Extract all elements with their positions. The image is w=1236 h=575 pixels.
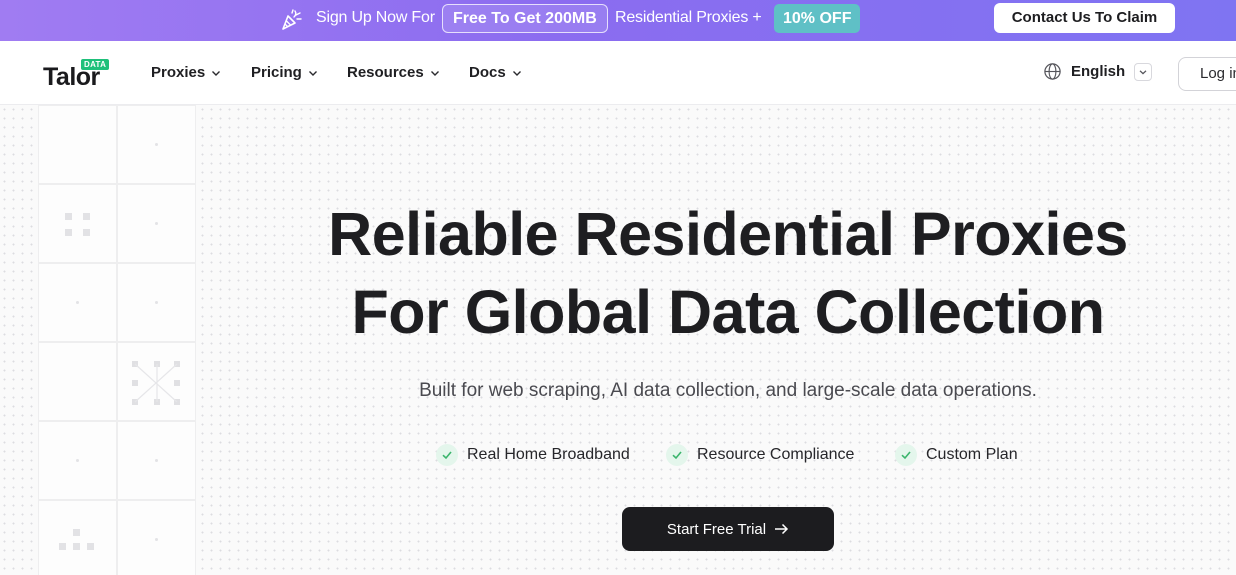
grid-cell [117,342,196,421]
grid-cell [38,105,158,184]
cta-label: Start Free Trial [666,520,767,538]
promo-banner: Sign Up Now For Free To Get 200MB Reside… [0,0,1236,41]
discount-badge: 10% OFF [774,4,861,33]
grid-cell [117,500,196,575]
nav-item-label: Resources [347,64,424,81]
language-selector[interactable]: English [1043,62,1153,81]
feature-label: Real Home Broadband [467,446,630,463]
nav-item-label: Proxies [151,64,206,81]
feature-label: Custom Plan [926,446,1018,463]
hero-title: Reliable Residential Proxies For Global … [0,195,1236,351]
party-popper-icon [282,9,302,30]
promo-text-after: Residential Proxies + [615,9,762,26]
globe-icon [1044,63,1061,80]
hero-section: Reliable Residential Proxies For Global … [0,105,1236,575]
grid-cell [38,342,117,421]
promo-highlight-pill: Free To Get 200MB [442,4,608,33]
grid-cell [38,500,117,575]
feature-item: Real Home Broadband [436,444,630,466]
login-button[interactable]: Log in [1178,57,1236,91]
nav-item-resources[interactable]: Resources [347,64,440,81]
chevron-down-icon [212,70,221,76]
chevron-down-icon [308,70,317,76]
grid-cell [117,421,196,500]
grid-cell [38,421,117,500]
contact-us-button[interactable]: Contact Us To Claim [994,3,1175,33]
chevron-down-icon [512,70,521,76]
check-icon [436,444,458,466]
nav-item-label: Docs [469,64,506,81]
top-navigation: Talor DATA Proxies Pricing Resources Doc… [0,41,1236,105]
chevron-down-icon [430,70,439,76]
nav-item-pricing[interactable]: Pricing [251,64,318,81]
hero-subtitle: Built for web scraping, AI data collecti… [419,380,1037,401]
logo[interactable]: Talor DATA [43,59,113,93]
chevron-down-icon [1139,69,1147,74]
check-icon [666,444,688,466]
hero-title-line2: For Global Data Collection [351,278,1105,346]
hero-title-line1: Reliable Residential Proxies [328,200,1128,268]
language-label: English [1071,63,1126,80]
start-free-trial-button[interactable]: Start Free Trial [622,507,834,551]
nav-item-label: Pricing [251,64,302,81]
feature-item: Custom Plan [895,444,1018,466]
language-dropdown-toggle[interactable] [1134,62,1153,81]
check-icon [895,444,917,466]
nav-item-proxies[interactable]: Proxies [151,64,221,81]
feature-item: Resource Compliance [666,444,854,466]
nav-item-docs[interactable]: Docs [469,64,522,81]
promo-text-before: Sign Up Now For [316,9,435,26]
logo-badge: DATA [81,59,110,70]
feature-label: Resource Compliance [697,446,855,463]
arrow-right-icon [775,523,789,535]
network-pattern-icon [132,361,180,405]
grid-cell [117,105,196,184]
